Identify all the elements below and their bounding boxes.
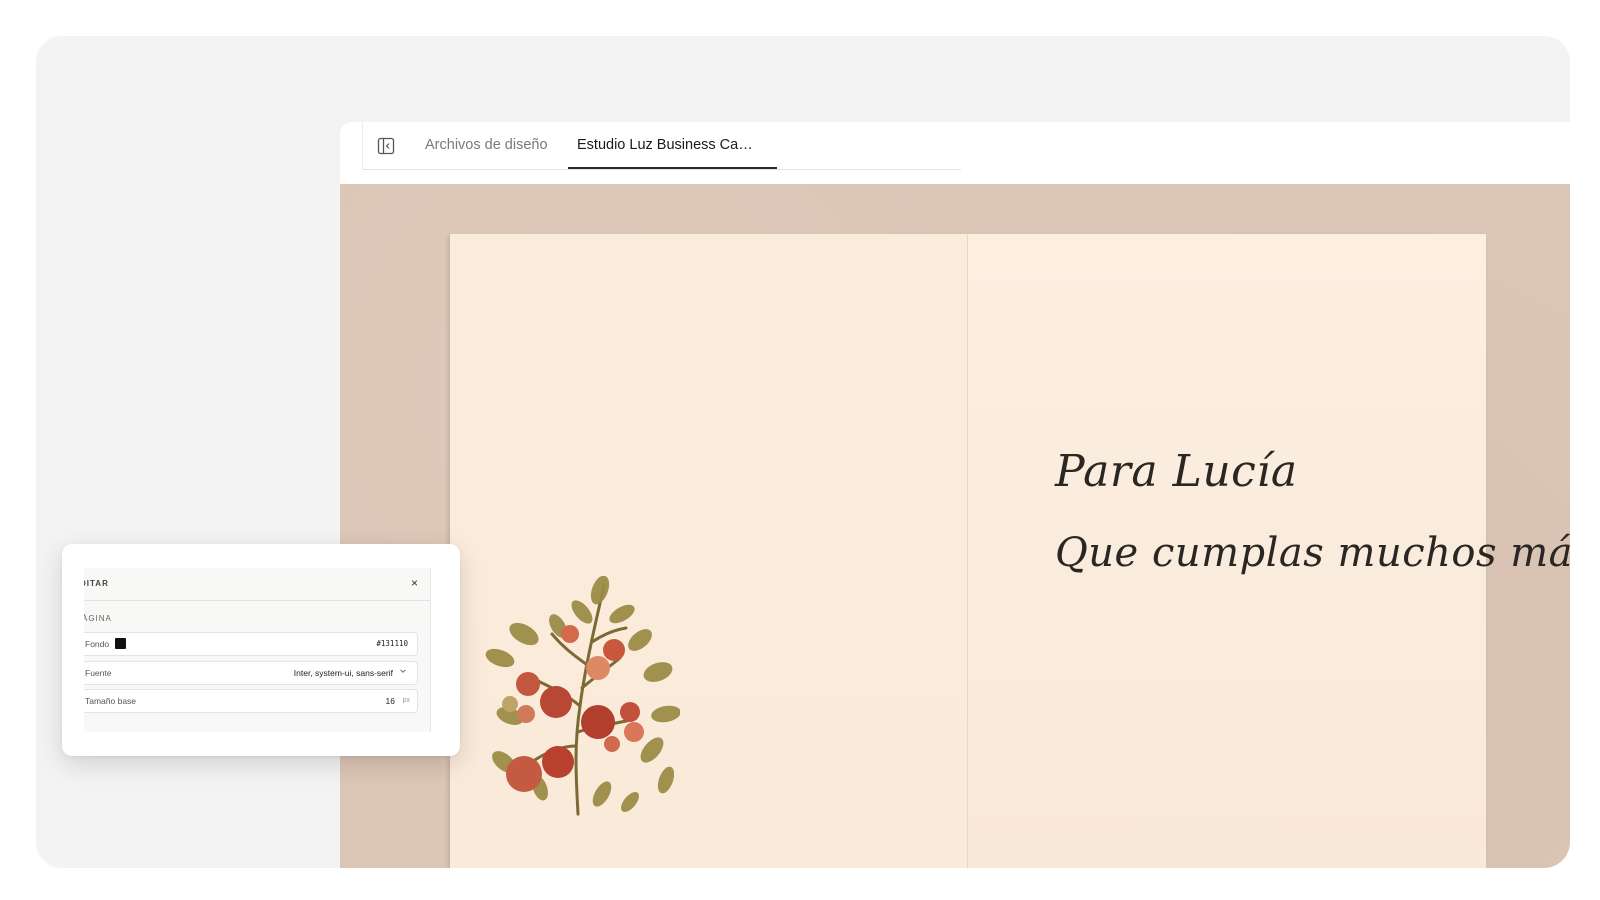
- font-select[interactable]: Fuente Inter, system-ui, sans-serif: [84, 661, 418, 685]
- tab-design-files[interactable]: Archivos de diseño: [425, 135, 548, 155]
- base-size-label: Tamaño base: [85, 696, 137, 706]
- font-value[interactable]: Inter, system-ui, sans-serif: [294, 668, 393, 678]
- tomato-plant-illustration[interactable]: [480, 575, 681, 816]
- edit-panel-title: DITAR: [84, 579, 109, 588]
- edit-panel-header: DITAR ×: [84, 568, 430, 601]
- base-size-value[interactable]: 16: [386, 696, 395, 706]
- design-canvas[interactable]: Para Lucía Que cumplas muchos más: [340, 184, 1570, 868]
- stage-background: Archivos de diseño Estudio Luz Business …: [36, 36, 1570, 868]
- background-color-value[interactable]: #131110: [376, 639, 408, 648]
- close-icon[interactable]: ×: [411, 576, 418, 590]
- app-window: Archivos de diseño Estudio Luz Business …: [340, 122, 1570, 868]
- tab-active-document[interactable]: Estudio Luz Business Ca…: [577, 135, 753, 155]
- card-greeting-name[interactable]: Para Lucía: [1055, 446, 1298, 497]
- tab-strip: Archivos de diseño Estudio Luz Business …: [362, 122, 961, 170]
- background-label: Fondo: [85, 639, 110, 649]
- active-tab-indicator: [568, 167, 777, 169]
- font-label: Fuente: [85, 668, 112, 678]
- chevron-down-icon[interactable]: [399, 667, 407, 677]
- background-color-field[interactable]: Fondo #131110: [84, 632, 418, 656]
- background-color-swatch[interactable]: [115, 638, 126, 649]
- greeting-card[interactable]: Para Lucía Que cumplas muchos más: [450, 234, 1570, 868]
- edit-panel-body: DITAR × ÁGINA Fondo #131110 Fuente Inter…: [84, 568, 431, 732]
- card-greeting-message[interactable]: Que cumplas muchos más: [1055, 530, 1570, 576]
- sidebar-toggle-icon[interactable]: [377, 137, 395, 155]
- card-fold: [967, 234, 968, 868]
- base-size-field[interactable]: Tamaño base 16 px: [84, 689, 418, 713]
- tab-bar: Archivos de diseño Estudio Luz Business …: [340, 122, 1570, 185]
- edit-panel: DITAR × ÁGINA Fondo #131110 Fuente Inter…: [62, 544, 460, 756]
- page-section-label: ÁGINA: [84, 614, 112, 623]
- base-size-unit: px: [402, 697, 410, 704]
